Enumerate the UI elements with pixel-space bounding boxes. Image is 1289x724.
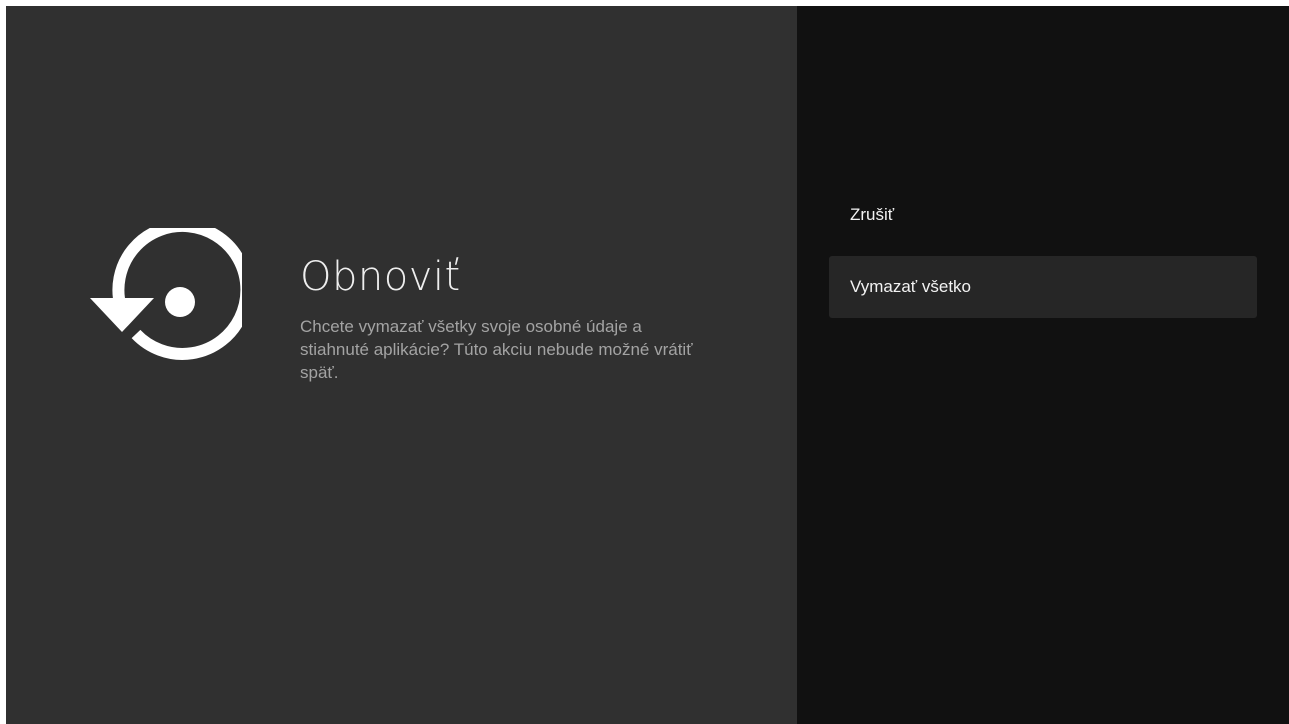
dialog-description: Chcete vymazať všetky svoje osobné údaje…	[300, 317, 693, 382]
erase-all-button[interactable]: Vymazať všetko	[829, 256, 1257, 318]
guidance-panel: Obnoviť Chcete vymazať všetky svoje osob…	[6, 6, 797, 724]
cancel-button[interactable]: Zrušiť	[829, 184, 1257, 246]
cancel-button-label: Zrušiť	[850, 205, 895, 224]
erase-all-button-label: Vymazať všetko	[850, 277, 972, 296]
factory-reset-screen: Obnoviť Chcete vymazať všetky svoje osob…	[6, 6, 1289, 724]
restore-icon	[90, 228, 242, 360]
dialog-title: Obnoviť	[300, 254, 461, 300]
actions-panel: Zrušiť Vymazať všetko	[797, 6, 1289, 724]
